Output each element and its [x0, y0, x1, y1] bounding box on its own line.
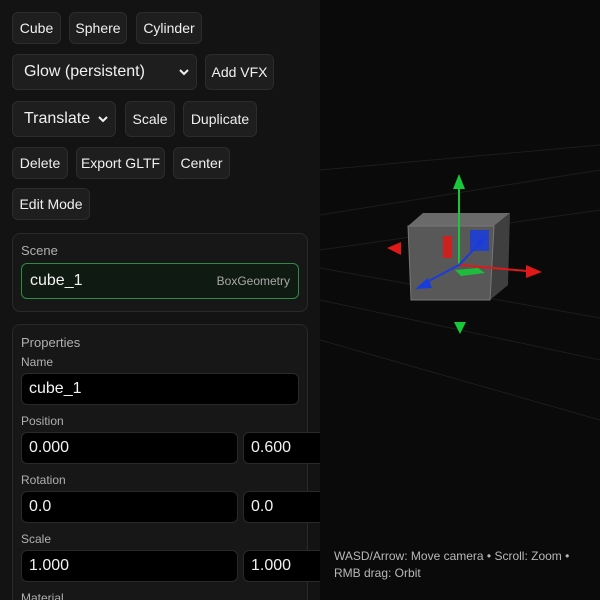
- gizmo-y-arrow[interactable]: [453, 174, 465, 189]
- position-label: Position: [21, 414, 64, 428]
- scene-list-item[interactable]: cube_1 BoxGeometry: [21, 263, 299, 299]
- gizmo-neg-x-handle[interactable]: [387, 242, 401, 255]
- rotation-label: Rotation: [21, 473, 66, 487]
- transform-mode-select[interactable]: Translate: [12, 101, 116, 137]
- scale-x-field[interactable]: 1.000: [21, 550, 238, 582]
- scale-button[interactable]: Scale: [125, 101, 175, 137]
- scene-title: Scene: [21, 243, 58, 258]
- name-label: Name: [21, 355, 54, 369]
- gizmo-x-arrow[interactable]: [526, 265, 542, 278]
- rotation-x-field[interactable]: 0.0: [21, 491, 238, 523]
- scene-canvas[interactable]: [320, 0, 600, 600]
- scale-y-field[interactable]: 1.000: [243, 550, 320, 582]
- add-cube-button[interactable]: Cube: [12, 12, 61, 44]
- gizmo-neg-y-handle[interactable]: [454, 322, 466, 334]
- material-label: Material: [21, 591, 64, 600]
- name-field[interactable]: cube_1: [21, 373, 299, 405]
- edit-mode-button[interactable]: Edit Mode: [12, 188, 90, 220]
- position-y-field[interactable]: 0.600: [243, 432, 320, 464]
- scale-label: Scale: [21, 532, 52, 546]
- 3d-viewport[interactable]: WASD/Arrow: Move camera • Scroll: Zoom •…: [320, 0, 600, 600]
- transform-mode-value: Translate: [24, 110, 91, 127]
- export-gltf-button[interactable]: Export GLTF: [76, 147, 165, 179]
- chevron-down-icon: [98, 116, 108, 123]
- add-vfx-button[interactable]: Add VFX: [205, 54, 274, 90]
- gizmo-yz-plane[interactable]: [443, 236, 452, 258]
- vfx-select[interactable]: Glow (persistent): [12, 54, 197, 90]
- rotation-y-field[interactable]: 0.0: [243, 491, 320, 523]
- scene-panel: Scene cube_1 BoxGeometry: [12, 233, 308, 312]
- scene-item-name: cube_1: [30, 272, 83, 289]
- sidebar: Cube Sphere Cylinder Glow (persistent) A…: [0, 0, 320, 600]
- chevron-down-icon: [179, 69, 189, 76]
- vfx-select-value: Glow (persistent): [24, 63, 145, 80]
- properties-panel: Properties Name cube_1 Position 0.000 0.…: [12, 324, 320, 600]
- position-x-field[interactable]: 0.000: [21, 432, 238, 464]
- delete-button[interactable]: Delete: [12, 147, 68, 179]
- controls-help-text: WASD/Arrow: Move camera • Scroll: Zoom •…: [334, 549, 570, 580]
- properties-title: Properties: [21, 335, 81, 350]
- add-cylinder-button[interactable]: Cylinder: [136, 12, 202, 44]
- add-sphere-button[interactable]: Sphere: [69, 12, 127, 44]
- scene-item-type: BoxGeometry: [216, 274, 290, 288]
- duplicate-button[interactable]: Duplicate: [183, 101, 257, 137]
- center-button[interactable]: Center: [173, 147, 230, 179]
